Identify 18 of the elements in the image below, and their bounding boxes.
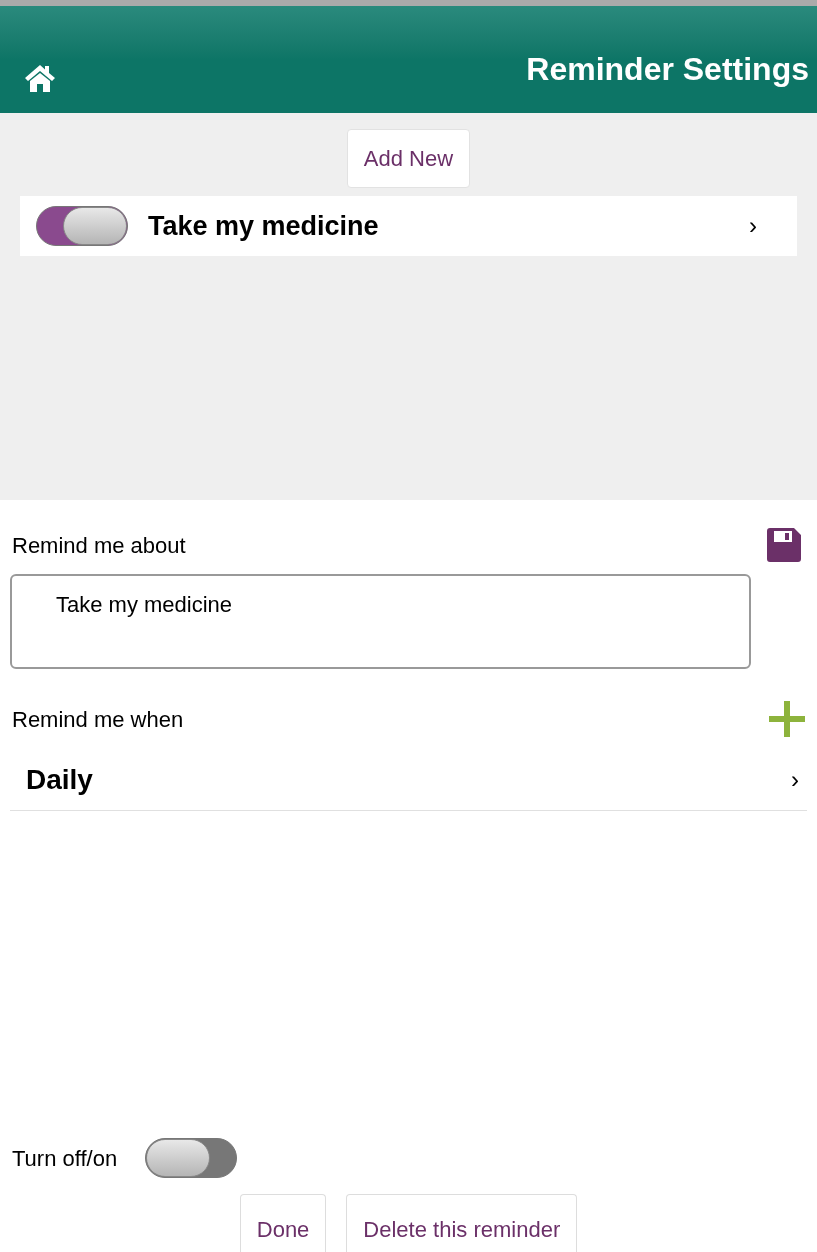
- chevron-icon: ›: [749, 208, 781, 244]
- home-icon[interactable]: [24, 63, 56, 93]
- add-new-button[interactable]: Add New: [346, 129, 471, 188]
- reminder-text-field[interactable]: Take my medicine: [10, 574, 751, 669]
- schedule-label: Daily: [26, 762, 93, 797]
- reminder-label: Take my medicine: [148, 209, 380, 243]
- toggle-label: Turn off/on: [12, 1144, 118, 1173]
- action-button[interactable]: Delete this reminder: [346, 1194, 578, 1252]
- save-icon[interactable]: [767, 528, 801, 562]
- field-label: Remind me about: [12, 531, 186, 560]
- action-button[interactable]: Done: [239, 1194, 327, 1252]
- page-title: Reminder Settings: [526, 50, 809, 89]
- reminder-toggle[interactable]: [36, 206, 128, 246]
- reminder-row[interactable]: Take my medicine ›: [20, 196, 797, 256]
- on-off-toggle[interactable]: [145, 1138, 238, 1178]
- field-label: Remind me when: [12, 705, 184, 734]
- schedule-row[interactable]: Daily ›: [10, 749, 807, 811]
- chevron-icon: ›: [791, 761, 799, 798]
